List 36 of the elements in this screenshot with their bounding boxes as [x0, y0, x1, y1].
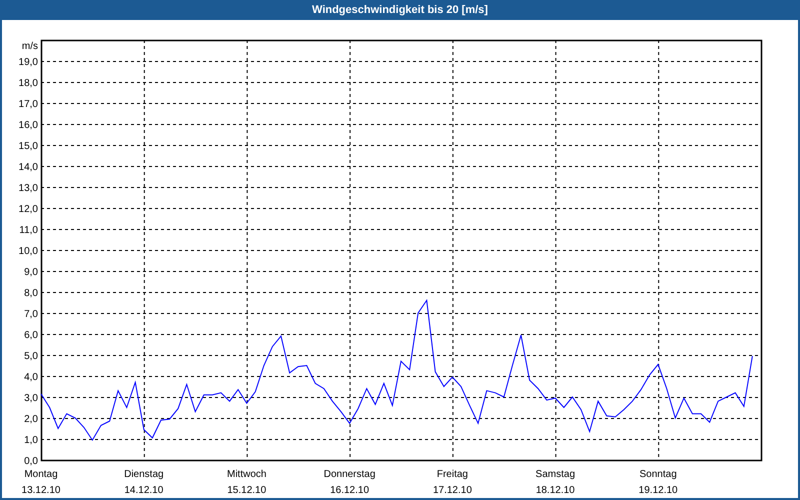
- y-tick-label: 6,0: [24, 330, 38, 341]
- y-tick-label: 1,0: [24, 435, 38, 446]
- x-tick-label: Dienstag: [124, 469, 164, 480]
- x-tick-label: Freitag: [436, 469, 468, 480]
- x-tick-label: Donnerstag: [324, 469, 376, 480]
- y-tick-label: 15,0: [18, 141, 38, 152]
- y-tick-label: 5,0: [24, 351, 38, 362]
- y-tick-label: 14,0: [18, 162, 38, 173]
- x-tick-date: 18.12.10: [536, 485, 575, 496]
- y-tick-label: 10,0: [18, 246, 38, 257]
- y-tick-label: 9,0: [24, 267, 38, 278]
- x-tick-date: 15.12.10: [227, 485, 266, 496]
- x-tick-date: 13.12.10: [22, 485, 60, 496]
- y-tick-label: 13,0: [18, 183, 38, 194]
- x-tick-date: 14.12.10: [124, 485, 164, 496]
- window-title: Windgeschwindigkeit bis 20 [m/s]: [312, 2, 488, 18]
- y-tick-label: 4,0: [24, 372, 38, 383]
- x-tick-label: Montag: [24, 469, 58, 480]
- y-axis-unit: m/s: [22, 41, 38, 52]
- y-tick-label: 12,0: [18, 204, 38, 215]
- y-tick-label: 7,0: [24, 309, 38, 320]
- x-tick-label: Mittwoch: [227, 469, 266, 480]
- y-tick-label: 17,0: [18, 99, 38, 110]
- x-tick-label: Samstag: [536, 469, 576, 480]
- y-tick-label: 0,0: [24, 456, 38, 467]
- x-tick-date: 19.12.10: [638, 485, 678, 496]
- y-tick-label: 8,0: [24, 288, 38, 299]
- y-tick-label: 19,0: [18, 57, 38, 68]
- x-tick-date: 16.12.10: [330, 485, 370, 496]
- y-tick-label: 16,0: [18, 120, 38, 131]
- x-tick-date: 17.12.10: [432, 485, 472, 496]
- y-tick-label: 11,0: [19, 225, 38, 236]
- x-tick-label: Sonntag: [640, 469, 677, 480]
- y-tick-label: 18,0: [18, 78, 38, 89]
- y-tick-label: 3,0: [24, 393, 38, 404]
- y-tick-label: 2,0: [24, 414, 38, 425]
